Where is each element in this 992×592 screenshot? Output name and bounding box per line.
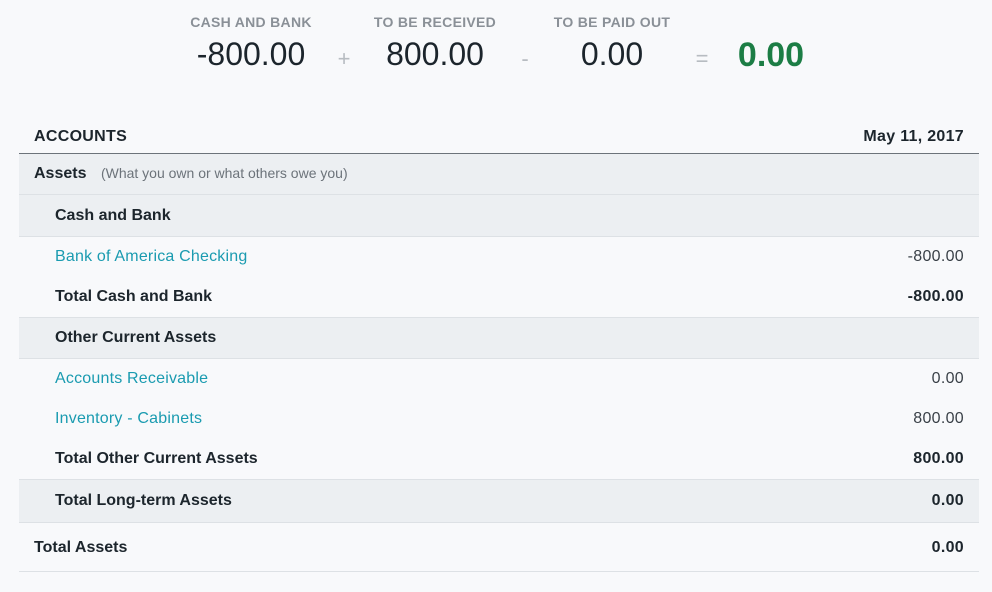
total-cash-bank-row: Total Cash and Bank -800.00 (19, 277, 979, 317)
account-amount: -800.00 (907, 248, 964, 265)
account-amount: 800.00 (913, 410, 964, 427)
total-long-term-amount: 0.00 (931, 492, 964, 509)
accounts-header-label: ACCOUNTS (34, 128, 128, 145)
total-long-term-row: Total Long-term Assets 0.00 (19, 479, 979, 523)
cash-bank-label: CASH AND BANK (190, 14, 312, 30)
account-link-accounts-receivable[interactable]: Accounts Receivable (55, 370, 208, 388)
accounts-header: ACCOUNTS May 11, 2017 (19, 121, 979, 154)
to-be-received-label: TO BE RECEIVED (373, 14, 497, 30)
table-row: Inventory - Cabinets 800.00 (19, 399, 979, 439)
other-current-group-label: Other Current Assets (55, 329, 217, 346)
to-be-received-value: 800.00 (386, 36, 484, 72)
table-row: Accounts Receivable 0.00 (19, 359, 979, 399)
summary-bar: CASH AND BANK -800.00 + TO BE RECEIVED 8… (0, 0, 992, 100)
total-long-term-label: Total Long-term Assets (55, 492, 232, 509)
account-amount: 0.00 (931, 370, 964, 387)
cash-bank-group-label: Cash and Bank (55, 206, 171, 224)
assets-note: (What you own or what others owe you) (100, 165, 348, 181)
total-cash-bank-amount: -800.00 (907, 288, 964, 305)
total-other-current-label: Total Other Current Assets (55, 450, 258, 467)
total-cash-bank-label: Total Cash and Bank (55, 288, 213, 305)
report-date: May 11, 2017 (863, 128, 964, 145)
table-row: Bank of America Checking -800.00 (19, 237, 979, 277)
assets-label: Assets (34, 165, 87, 182)
assets-group-row: Assets (What you own or what others owe … (19, 154, 979, 195)
to-be-paid-value: 0.00 (580, 36, 644, 72)
other-current-group-row: Other Current Assets (19, 317, 979, 359)
net-result-value: 0.00 (737, 36, 805, 74)
cash-bank-metric: CASH AND BANK -800.00 (176, 14, 326, 73)
minus-operator: - (521, 46, 529, 71)
total-assets-row: Total Assets 0.00 (19, 525, 979, 572)
total-other-current-row: Total Other Current Assets 800.00 (19, 439, 979, 479)
cash-bank-value: -800.00 (196, 36, 306, 72)
account-link-inventory-cabinets[interactable]: Inventory - Cabinets (55, 410, 202, 428)
total-other-current-amount: 800.00 (913, 450, 964, 467)
plus-operator: + (337, 46, 351, 71)
equals-operator: = (695, 46, 709, 71)
to-be-received-metric: TO BE RECEIVED 800.00 (360, 14, 510, 73)
cash-bank-group-row: Cash and Bank (19, 195, 979, 237)
to-be-paid-label: TO BE PAID OUT (553, 14, 671, 30)
account-link-bank-of-america-checking[interactable]: Bank of America Checking (55, 248, 247, 266)
total-assets-amount: 0.00 (931, 539, 964, 556)
total-assets-label: Total Assets (34, 539, 128, 556)
to-be-paid-metric: TO BE PAID OUT 0.00 (537, 14, 687, 73)
accounts-table: ACCOUNTS May 11, 2017 Assets (What you o… (19, 121, 979, 572)
